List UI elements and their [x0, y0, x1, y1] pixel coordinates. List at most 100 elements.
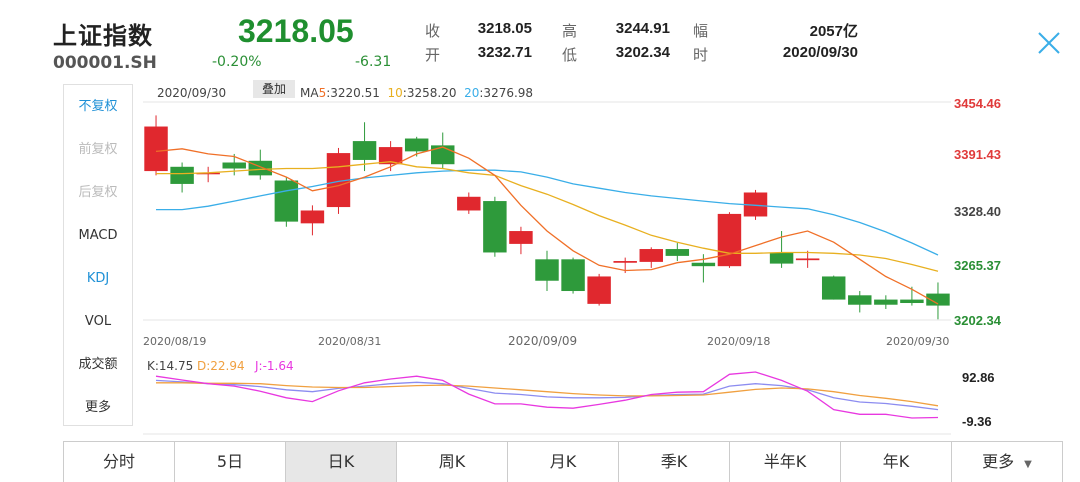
- ma20-num: 20: [464, 86, 480, 100]
- ma10-num: 10: [387, 86, 403, 100]
- tab-halfyear-k[interactable]: 半年K: [730, 442, 841, 482]
- low-label: 低: [562, 46, 578, 64]
- ma20-value: :3276.98: [479, 86, 534, 100]
- candle-body: [691, 262, 716, 267]
- change-percent: -0.20%: [212, 54, 262, 70]
- time-label: 时: [693, 46, 709, 64]
- close-icon[interactable]: [1036, 30, 1062, 56]
- candle-body: [587, 276, 611, 304]
- sidebar-item-kdj[interactable]: KDJ: [64, 257, 132, 300]
- candle-body: [326, 153, 351, 208]
- ma20-line: [156, 169, 939, 256]
- tab-monthly-k[interactable]: 月K: [508, 442, 619, 482]
- candle-body: [457, 196, 481, 211]
- high-label: 高: [562, 22, 578, 40]
- tab-more-label: 更多: [982, 452, 1015, 471]
- open-label: 开: [425, 46, 441, 64]
- kline-chart: 3454.46 3391.43 3328.40 3265.37 3202.34 92.86…: [143, 96, 1002, 435]
- price-tick-label: 3265.37: [954, 258, 1001, 273]
- date-tick-label: 2020/09/18: [707, 335, 770, 348]
- amplitude-label: 幅: [693, 22, 709, 40]
- ma5-value: :3220.51: [326, 86, 380, 100]
- candle-body: [300, 210, 325, 224]
- indicator-sidebar: 不复权 前复权 后复权 MACD KDJ VOL 成交额 更多: [63, 84, 133, 426]
- chevron-down-icon: ▼: [1024, 459, 1032, 470]
- price-tick-label: 3391.43: [954, 147, 1001, 162]
- sidebar-item-unadjusted[interactable]: 不复权: [64, 85, 132, 128]
- change-amount: -6.31: [355, 54, 392, 70]
- close-value: 3218.05: [477, 20, 532, 37]
- candle-body: [144, 126, 168, 172]
- candle-body: [535, 259, 559, 281]
- ma5-line: [155, 146, 939, 305]
- candle-body: [483, 201, 507, 253]
- price-tick-label: 3328.40: [954, 204, 1001, 219]
- close-label: 收: [425, 22, 441, 40]
- kdj-j-label: J:-1.64: [255, 359, 294, 373]
- candle-body: [613, 261, 637, 263]
- candle-body: [743, 192, 768, 217]
- legend-date: 2020/09/30: [157, 86, 227, 100]
- candle-body: [222, 162, 246, 169]
- tab-more[interactable]: 更多 ▼: [952, 442, 1063, 482]
- candle-body: [639, 249, 663, 262]
- candle-body: [196, 172, 220, 175]
- time-value: 2020/09/30: [782, 44, 858, 61]
- candle-body: [561, 259, 585, 292]
- tab-daily-k[interactable]: 日K: [286, 442, 397, 482]
- candle-body: [926, 293, 950, 306]
- kdj-tick-label: 92.86: [962, 370, 995, 385]
- candle-body: [848, 295, 872, 305]
- stock-code: 000001.SH: [53, 53, 157, 73]
- candle-body: [404, 138, 429, 152]
- tab-yearly-k[interactable]: 年K: [841, 442, 952, 482]
- ma10-line: [156, 161, 939, 272]
- candle-body: [769, 252, 794, 264]
- candle-body: [509, 231, 533, 244]
- candle-body: [431, 145, 455, 165]
- sidebar-item-more[interactable]: 更多: [64, 386, 132, 429]
- period-tabs: 分时 5日 日K 周K 月K 季K 半年K 年K 更多 ▼: [63, 441, 1063, 482]
- ma10-value: :3258.20: [402, 86, 457, 100]
- low-value: 3202.34: [615, 44, 670, 61]
- price-tick-label: 3202.34: [954, 313, 1002, 328]
- sidebar-item-backward-adjusted[interactable]: 后复权: [64, 171, 132, 214]
- stock-name: 上证指数: [53, 22, 153, 50]
- candle-body: [821, 276, 846, 300]
- sidebar-item-turnover[interactable]: 成交额: [64, 343, 132, 386]
- kdj-k-label: K:14.75: [147, 359, 194, 373]
- candle-body: [900, 299, 924, 304]
- kdj-tick-label: -9.36: [962, 414, 992, 429]
- open-value: 3232.71: [477, 44, 532, 61]
- amplitude-value: 2057亿: [809, 23, 858, 40]
- sidebar-item-forward-adjusted[interactable]: 前复权: [64, 128, 132, 171]
- candle-body: [717, 213, 742, 267]
- overlay-button[interactable]: 叠加: [253, 80, 295, 98]
- sidebar-item-macd[interactable]: MACD: [64, 214, 132, 257]
- sidebar-item-vol[interactable]: VOL: [64, 300, 132, 343]
- tab-intraday[interactable]: 分时: [64, 442, 175, 482]
- kdj-d-line: [156, 382, 939, 407]
- price-tick-label: 3454.46: [954, 96, 1001, 111]
- high-value: 3244.91: [615, 20, 670, 37]
- kdj-j-line: [155, 371, 939, 419]
- date-tick-label: 2020/08/31: [318, 335, 381, 348]
- candle-body: [274, 180, 299, 222]
- tab-5day[interactable]: 5日: [175, 442, 286, 482]
- ma-legend: MA5:3220.51 10:3258.20 20:3276.98: [300, 85, 533, 101]
- kdj-d-label: D:22.94: [197, 359, 245, 373]
- candle-body: [352, 141, 377, 160]
- tab-weekly-k[interactable]: 周K: [397, 442, 508, 482]
- date-tick-label: 2020/09/09: [508, 334, 577, 348]
- candle-body: [874, 299, 898, 305]
- date-tick-label: 2020/09/30: [886, 335, 949, 348]
- candle-body: [248, 160, 273, 176]
- last-price: 3218.05: [238, 13, 354, 49]
- ma5-prefix: MA: [300, 86, 319, 100]
- candle-body: [665, 249, 690, 256]
- date-tick-label: 2020/08/19: [143, 335, 206, 348]
- candle-body: [795, 258, 820, 261]
- candle-body: [378, 147, 403, 165]
- kdj-k-line: [155, 379, 939, 411]
- tab-quarterly-k[interactable]: 季K: [619, 442, 730, 482]
